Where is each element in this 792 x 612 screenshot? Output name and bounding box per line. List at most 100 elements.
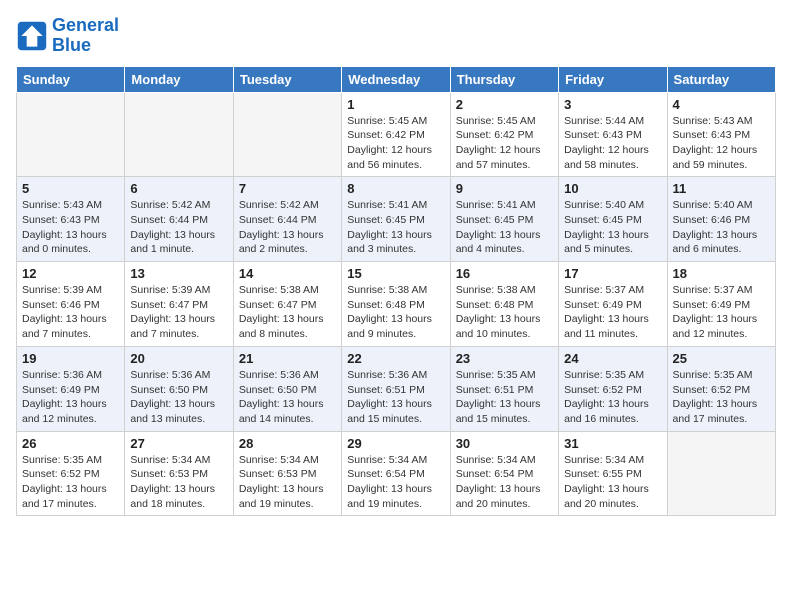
day-number: 18 bbox=[673, 266, 770, 281]
day-number: 6 bbox=[130, 181, 227, 196]
calendar-cell: 18 Sunrise: 5:37 AM Sunset: 6:49 PM Dayli… bbox=[667, 262, 775, 347]
day-number: 25 bbox=[673, 351, 770, 366]
day-number: 29 bbox=[347, 436, 444, 451]
day-number: 31 bbox=[564, 436, 661, 451]
calendar-cell: 14 Sunrise: 5:38 AM Sunset: 6:47 PM Dayli… bbox=[233, 262, 341, 347]
calendar-cell: 12 Sunrise: 5:39 AM Sunset: 6:46 PM Dayli… bbox=[17, 262, 125, 347]
day-info: Sunrise: 5:36 AM Sunset: 6:49 PM Dayligh… bbox=[22, 368, 119, 427]
calendar-cell: 15 Sunrise: 5:38 AM Sunset: 6:48 PM Dayli… bbox=[342, 262, 450, 347]
calendar-cell bbox=[233, 92, 341, 177]
day-number: 17 bbox=[564, 266, 661, 281]
day-number: 19 bbox=[22, 351, 119, 366]
logo-text: General Blue bbox=[52, 16, 119, 56]
calendar-cell: 31 Sunrise: 5:34 AM Sunset: 6:55 PM Dayli… bbox=[559, 431, 667, 516]
calendar-cell: 25 Sunrise: 5:35 AM Sunset: 6:52 PM Dayli… bbox=[667, 346, 775, 431]
day-info: Sunrise: 5:42 AM Sunset: 6:44 PM Dayligh… bbox=[239, 198, 336, 257]
day-info: Sunrise: 5:34 AM Sunset: 6:54 PM Dayligh… bbox=[347, 453, 444, 512]
day-info: Sunrise: 5:37 AM Sunset: 6:49 PM Dayligh… bbox=[564, 283, 661, 342]
day-number: 4 bbox=[673, 97, 770, 112]
calendar-cell: 23 Sunrise: 5:35 AM Sunset: 6:51 PM Dayli… bbox=[450, 346, 558, 431]
calendar-cell: 22Sunrise: 5:36 AM Sunset: 6:51 PM Dayli… bbox=[342, 346, 450, 431]
day-number: 15 bbox=[347, 266, 444, 281]
day-info: Sunrise: 5:41 AM Sunset: 6:45 PM Dayligh… bbox=[456, 198, 553, 257]
day-info: Sunrise: 5:35 AM Sunset: 6:51 PM Dayligh… bbox=[456, 368, 553, 427]
day-number: 22 bbox=[347, 351, 444, 366]
calendar-cell: 10 Sunrise: 5:40 AM Sunset: 6:45 PM Dayli… bbox=[559, 177, 667, 262]
day-info: Sunrise: 5:38 AM Sunset: 6:48 PM Dayligh… bbox=[347, 283, 444, 342]
calendar-cell bbox=[17, 92, 125, 177]
calendar-cell bbox=[667, 431, 775, 516]
day-number: 23 bbox=[456, 351, 553, 366]
day-number: 11 bbox=[673, 181, 770, 196]
day-number: 16 bbox=[456, 266, 553, 281]
day-info: Sunrise: 5:36 AM Sunset: 6:50 PM Dayligh… bbox=[239, 368, 336, 427]
day-info: Sunrise: 5:35 AM Sunset: 6:52 PM Dayligh… bbox=[673, 368, 770, 427]
calendar-cell: 30 Sunrise: 5:34 AM Sunset: 6:54 PM Dayli… bbox=[450, 431, 558, 516]
day-number: 13 bbox=[130, 266, 227, 281]
calendar-cell bbox=[125, 92, 233, 177]
calendar-cell: 4 Sunrise: 5:43 AM Sunset: 6:43 PM Daylig… bbox=[667, 92, 775, 177]
day-info: Sunrise: 5:35 AM Sunset: 6:52 PM Dayligh… bbox=[564, 368, 661, 427]
weekday-header-sunday: Sunday bbox=[17, 66, 125, 92]
day-number: 27 bbox=[130, 436, 227, 451]
header: General Blue bbox=[16, 16, 776, 56]
calendar-cell: 9 Sunrise: 5:41 AM Sunset: 6:45 PM Daylig… bbox=[450, 177, 558, 262]
calendar-cell: 24 Sunrise: 5:35 AM Sunset: 6:52 PM Dayli… bbox=[559, 346, 667, 431]
calendar-cell: 17 Sunrise: 5:37 AM Sunset: 6:49 PM Dayli… bbox=[559, 262, 667, 347]
calendar-cell: 7 Sunrise: 5:42 AM Sunset: 6:44 PM Daylig… bbox=[233, 177, 341, 262]
calendar-cell: 21Sunrise: 5:36 AM Sunset: 6:50 PM Dayli… bbox=[233, 346, 341, 431]
day-number: 1 bbox=[347, 97, 444, 112]
day-info: Sunrise: 5:39 AM Sunset: 6:46 PM Dayligh… bbox=[22, 283, 119, 342]
day-info: Sunrise: 5:42 AM Sunset: 6:44 PM Dayligh… bbox=[130, 198, 227, 257]
day-info: Sunrise: 5:38 AM Sunset: 6:48 PM Dayligh… bbox=[456, 283, 553, 342]
day-number: 7 bbox=[239, 181, 336, 196]
day-info: Sunrise: 5:40 AM Sunset: 6:45 PM Dayligh… bbox=[564, 198, 661, 257]
calendar-cell: 16 Sunrise: 5:38 AM Sunset: 6:48 PM Dayli… bbox=[450, 262, 558, 347]
day-number: 30 bbox=[456, 436, 553, 451]
calendar-cell: 6 Sunrise: 5:42 AM Sunset: 6:44 PM Daylig… bbox=[125, 177, 233, 262]
calendar-cell: 8Sunrise: 5:41 AM Sunset: 6:45 PM Daylig… bbox=[342, 177, 450, 262]
day-info: Sunrise: 5:41 AM Sunset: 6:45 PM Dayligh… bbox=[347, 198, 444, 257]
logo-icon bbox=[16, 20, 48, 52]
day-number: 9 bbox=[456, 181, 553, 196]
weekday-header-friday: Friday bbox=[559, 66, 667, 92]
day-info: Sunrise: 5:44 AM Sunset: 6:43 PM Dayligh… bbox=[564, 114, 661, 173]
day-info: Sunrise: 5:34 AM Sunset: 6:54 PM Dayligh… bbox=[456, 453, 553, 512]
day-info: Sunrise: 5:43 AM Sunset: 6:43 PM Dayligh… bbox=[673, 114, 770, 173]
calendar-cell: 3 Sunrise: 5:44 AM Sunset: 6:43 PM Daylig… bbox=[559, 92, 667, 177]
calendar-cell: 5 Sunrise: 5:43 AM Sunset: 6:43 PM Daylig… bbox=[17, 177, 125, 262]
day-info: Sunrise: 5:39 AM Sunset: 6:47 PM Dayligh… bbox=[130, 283, 227, 342]
calendar-cell: 20 Sunrise: 5:36 AM Sunset: 6:50 PM Dayli… bbox=[125, 346, 233, 431]
day-number: 3 bbox=[564, 97, 661, 112]
day-info: Sunrise: 5:37 AM Sunset: 6:49 PM Dayligh… bbox=[673, 283, 770, 342]
day-number: 20 bbox=[130, 351, 227, 366]
day-info: Sunrise: 5:35 AM Sunset: 6:52 PM Dayligh… bbox=[22, 453, 119, 512]
calendar-cell: 29 Sunrise: 5:34 AM Sunset: 6:54 PM Dayli… bbox=[342, 431, 450, 516]
weekday-header-wednesday: Wednesday bbox=[342, 66, 450, 92]
day-number: 12 bbox=[22, 266, 119, 281]
weekday-header-saturday: Saturday bbox=[667, 66, 775, 92]
calendar: SundayMondayTuesdayWednesdayThursdayFrid… bbox=[16, 66, 776, 517]
calendar-cell: 27 Sunrise: 5:34 AM Sunset: 6:53 PM Dayli… bbox=[125, 431, 233, 516]
day-info: Sunrise: 5:43 AM Sunset: 6:43 PM Dayligh… bbox=[22, 198, 119, 257]
calendar-cell: 28 Sunrise: 5:34 AM Sunset: 6:53 PM Dayli… bbox=[233, 431, 341, 516]
calendar-cell: 1 Sunrise: 5:45 AM Sunset: 6:42 PM Daylig… bbox=[342, 92, 450, 177]
day-info: Sunrise: 5:34 AM Sunset: 6:53 PM Dayligh… bbox=[239, 453, 336, 512]
day-number: 14 bbox=[239, 266, 336, 281]
day-info: Sunrise: 5:34 AM Sunset: 6:55 PM Dayligh… bbox=[564, 453, 661, 512]
day-number: 2 bbox=[456, 97, 553, 112]
day-number: 24 bbox=[564, 351, 661, 366]
day-number: 28 bbox=[239, 436, 336, 451]
day-info: Sunrise: 5:38 AM Sunset: 6:47 PM Dayligh… bbox=[239, 283, 336, 342]
day-info: Sunrise: 5:34 AM Sunset: 6:53 PM Dayligh… bbox=[130, 453, 227, 512]
day-number: 10 bbox=[564, 181, 661, 196]
day-info: Sunrise: 5:45 AM Sunset: 6:42 PM Dayligh… bbox=[347, 114, 444, 173]
day-info: Sunrise: 5:40 AM Sunset: 6:46 PM Dayligh… bbox=[673, 198, 770, 257]
calendar-cell: 13 Sunrise: 5:39 AM Sunset: 6:47 PM Dayli… bbox=[125, 262, 233, 347]
calendar-cell: 26Sunrise: 5:35 AM Sunset: 6:52 PM Dayli… bbox=[17, 431, 125, 516]
calendar-cell: 2Sunrise: 5:45 AM Sunset: 6:42 PM Daylig… bbox=[450, 92, 558, 177]
logo: General Blue bbox=[16, 16, 119, 56]
day-info: Sunrise: 5:36 AM Sunset: 6:50 PM Dayligh… bbox=[130, 368, 227, 427]
weekday-header-monday: Monday bbox=[125, 66, 233, 92]
day-number: 5 bbox=[22, 181, 119, 196]
